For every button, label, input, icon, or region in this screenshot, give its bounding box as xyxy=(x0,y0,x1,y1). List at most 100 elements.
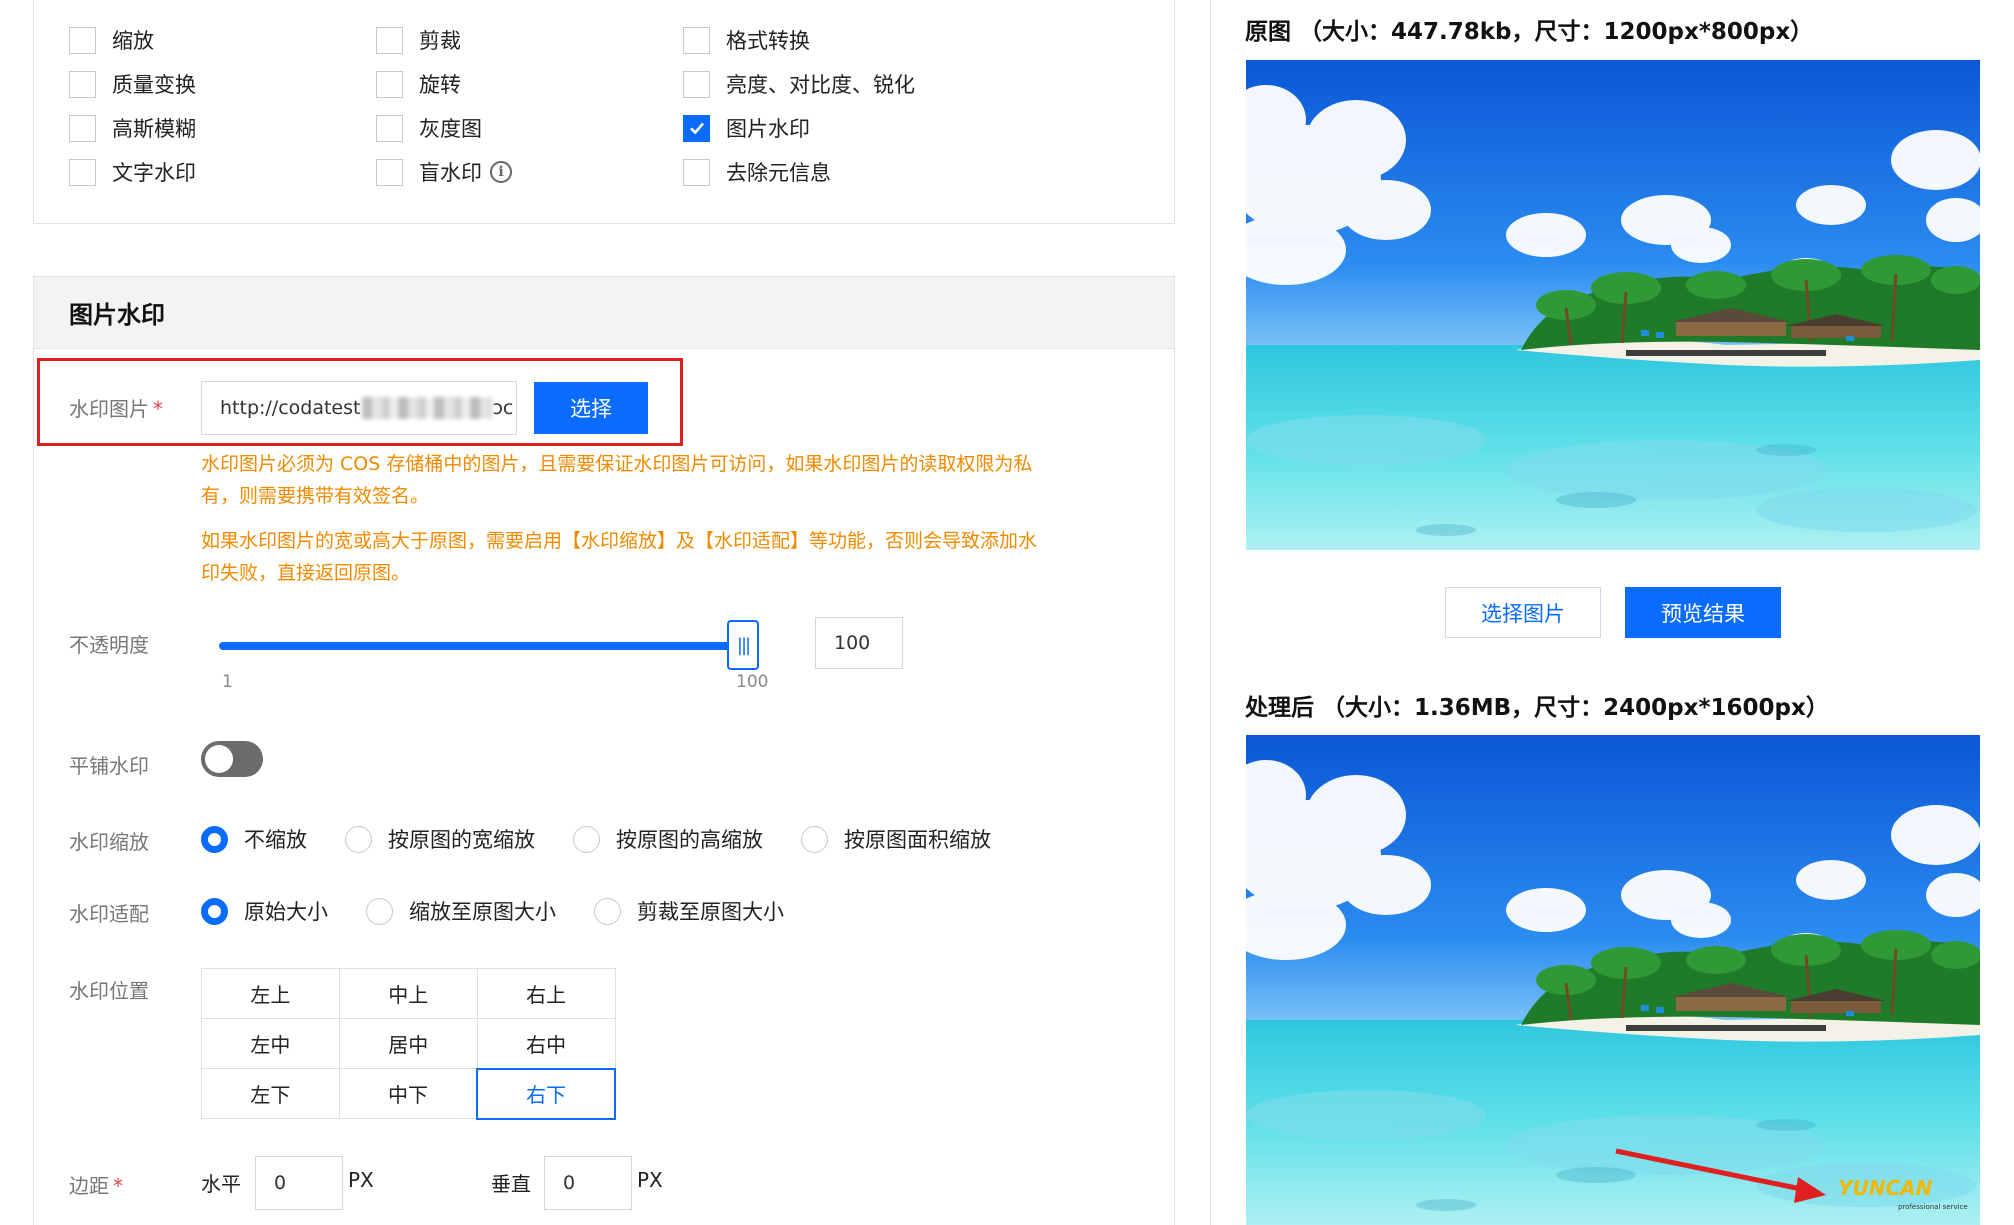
checkbox[interactable] xyxy=(376,70,403,98)
radio-dot xyxy=(345,825,372,853)
operation-option[interactable]: 文字水印 xyxy=(69,157,376,187)
horizontal-unit: PX xyxy=(348,1168,374,1192)
horizontal-margin-input[interactable]: 0 xyxy=(255,1156,343,1210)
scale-radio[interactable]: 按原图的宽缩放 xyxy=(345,824,535,854)
opacity-slider-fill xyxy=(219,642,743,650)
warning-2-line-1: 如果水印图片的宽或高大于原图，需要启用【水印缩放】及【水印适配】等功能，否则会导… xyxy=(201,530,1038,552)
fit-radio[interactable]: 剪裁至原图大小 xyxy=(594,896,784,926)
position-cell[interactable]: 中下 xyxy=(338,1068,478,1119)
scale-radio[interactable]: 按原图面积缩放 xyxy=(801,824,991,854)
opacity-label: 不透明度 xyxy=(69,633,149,657)
checkbox[interactable] xyxy=(69,70,96,98)
info-icon[interactable]: i xyxy=(490,161,512,183)
operation-option[interactable]: 亮度、对比度、锐化 xyxy=(683,69,990,99)
margin-label-text: 边距 xyxy=(69,1174,109,1198)
checkbox[interactable] xyxy=(683,70,710,98)
fit-radio-label: 原始大小 xyxy=(244,900,328,924)
watermark-text: YUNCAN xyxy=(1838,1176,1933,1200)
scale-radio-label: 按原图的宽缩放 xyxy=(388,828,535,852)
checkbox[interactable] xyxy=(69,26,96,54)
position-label: 水印位置 xyxy=(69,979,149,1003)
operation-label: 高斯模糊 xyxy=(112,117,196,141)
fit-radio-label: 剪裁至原图大小 xyxy=(637,900,784,924)
slider-min-label: 1 xyxy=(222,672,233,692)
scale-label: 水印缩放 xyxy=(69,830,149,854)
radio-dot xyxy=(594,897,621,925)
radio-dot xyxy=(201,897,228,925)
operation-option[interactable]: 灰度图 xyxy=(376,113,683,143)
fit-radio[interactable]: 原始大小 xyxy=(201,896,328,926)
fit-radio[interactable]: 缩放至原图大小 xyxy=(366,896,556,926)
warning-1-line-2: 有，则需要携带有效签名。 xyxy=(201,485,430,507)
operations-row: 高斯模糊 灰度图 图片水印 xyxy=(69,106,1069,150)
operations-row: 缩放 剪裁 格式转换 xyxy=(69,18,1069,62)
toggle-knob xyxy=(205,745,233,773)
operation-option[interactable]: 高斯模糊 xyxy=(69,113,376,143)
operation-option[interactable]: 质量变换 xyxy=(69,69,376,99)
fit-radio-group: 原始大小 缩放至原图大小 剪裁至原图大小 xyxy=(201,896,822,926)
margin-required-mark: * xyxy=(113,1174,123,1198)
operation-label: 图片水印 xyxy=(726,117,810,141)
warning-size: 如果水印图片的宽或高大于原图，需要启用【水印缩放】及【水印适配】等功能，否则会导… xyxy=(201,525,1141,589)
checkbox[interactable] xyxy=(683,26,710,54)
processed-image: YUNCAN professional service xyxy=(1246,735,1980,1225)
position-grid: 左上 中上 右上 左中 居中 右中 左下 中下 右下 xyxy=(201,968,616,1120)
operation-label: 去除元信息 xyxy=(726,161,831,185)
slider-max-label: 100 xyxy=(736,672,769,692)
vertical-margin-input[interactable]: 0 xyxy=(544,1156,632,1210)
checkbox[interactable] xyxy=(683,158,710,186)
operation-option[interactable]: 剪裁 xyxy=(376,25,683,55)
tile-watermark-toggle[interactable] xyxy=(201,741,263,777)
checkbox[interactable] xyxy=(376,26,403,54)
radio-dot xyxy=(573,825,600,853)
operation-label: 质量变换 xyxy=(112,73,196,97)
position-cell[interactable]: 右下 xyxy=(476,1067,616,1120)
position-cell[interactable]: 右中 xyxy=(476,1018,616,1069)
operations-row: 质量变换 旋转 亮度、对比度、锐化 xyxy=(69,62,1069,106)
scale-radio-label: 按原图的高缩放 xyxy=(616,828,763,852)
horizontal-label: 水平 xyxy=(201,1172,241,1196)
tile-watermark-label: 平铺水印 xyxy=(69,754,149,778)
radio-dot xyxy=(201,825,228,853)
vertical-label: 垂直 xyxy=(491,1172,531,1196)
operation-option[interactable]: 去除元信息 xyxy=(683,157,990,187)
operation-option[interactable]: 图片水印 xyxy=(683,113,990,143)
position-cell[interactable]: 左上 xyxy=(201,968,340,1019)
original-image-title: 原图 （大小：447.78kb，尺寸：1200px*800px） xyxy=(1245,19,1814,45)
position-row: 左中 居中 右中 xyxy=(201,1018,616,1069)
checkbox[interactable] xyxy=(376,114,403,142)
operation-option[interactable]: 盲水印 i xyxy=(376,157,683,187)
scale-radio[interactable]: 不缩放 xyxy=(201,824,307,854)
position-cell[interactable]: 左中 xyxy=(201,1018,340,1069)
preview-result-button[interactable]: 预览结果 xyxy=(1625,587,1781,638)
warning-cos-required: 水印图片必须为 COS 存储桶中的图片，且需要保证水印图片可访问，如果水印图片的… xyxy=(201,448,1141,512)
operations-grid: 缩放 剪裁 格式转换质量变换 旋转 亮度、对比度、锐化高斯模糊 灰度图 图片水印文字水印 盲水… xyxy=(69,18,1069,194)
operation-label: 文字水印 xyxy=(112,161,196,185)
position-cell[interactable]: 左下 xyxy=(201,1068,340,1119)
operation-label: 剪裁 xyxy=(419,29,461,53)
operation-option[interactable]: 格式转换 xyxy=(683,25,990,55)
opacity-slider-track[interactable]: ||| xyxy=(219,620,759,670)
margin-label: 边距 * xyxy=(69,1170,123,1199)
position-row: 左下 中下 右下 xyxy=(201,1067,616,1120)
scale-radio-label: 不缩放 xyxy=(244,828,307,852)
operation-label: 缩放 xyxy=(112,29,154,53)
operation-option[interactable]: 缩放 xyxy=(69,25,376,55)
opacity-input[interactable]: 100 xyxy=(815,617,903,669)
checkbox[interactable] xyxy=(69,114,96,142)
fit-label: 水印适配 xyxy=(69,902,149,926)
checkbox[interactable] xyxy=(69,158,96,186)
position-cell[interactable]: 居中 xyxy=(338,1018,478,1069)
operation-label: 亮度、对比度、锐化 xyxy=(726,73,915,97)
operation-label: 旋转 xyxy=(419,73,461,97)
opacity-slider-handle[interactable]: ||| xyxy=(727,620,759,670)
checkbox[interactable] xyxy=(376,158,403,186)
watermark-subtext: professional service xyxy=(1898,1203,1968,1211)
position-cell[interactable]: 中上 xyxy=(338,968,478,1019)
checkbox[interactable] xyxy=(683,114,710,142)
position-cell[interactable]: 右上 xyxy=(476,968,616,1019)
select-image-button[interactable]: 选择图片 xyxy=(1445,587,1601,638)
operation-option[interactable]: 旋转 xyxy=(376,69,683,99)
highlight-annotation-box xyxy=(37,358,683,446)
scale-radio[interactable]: 按原图的高缩放 xyxy=(573,824,763,854)
